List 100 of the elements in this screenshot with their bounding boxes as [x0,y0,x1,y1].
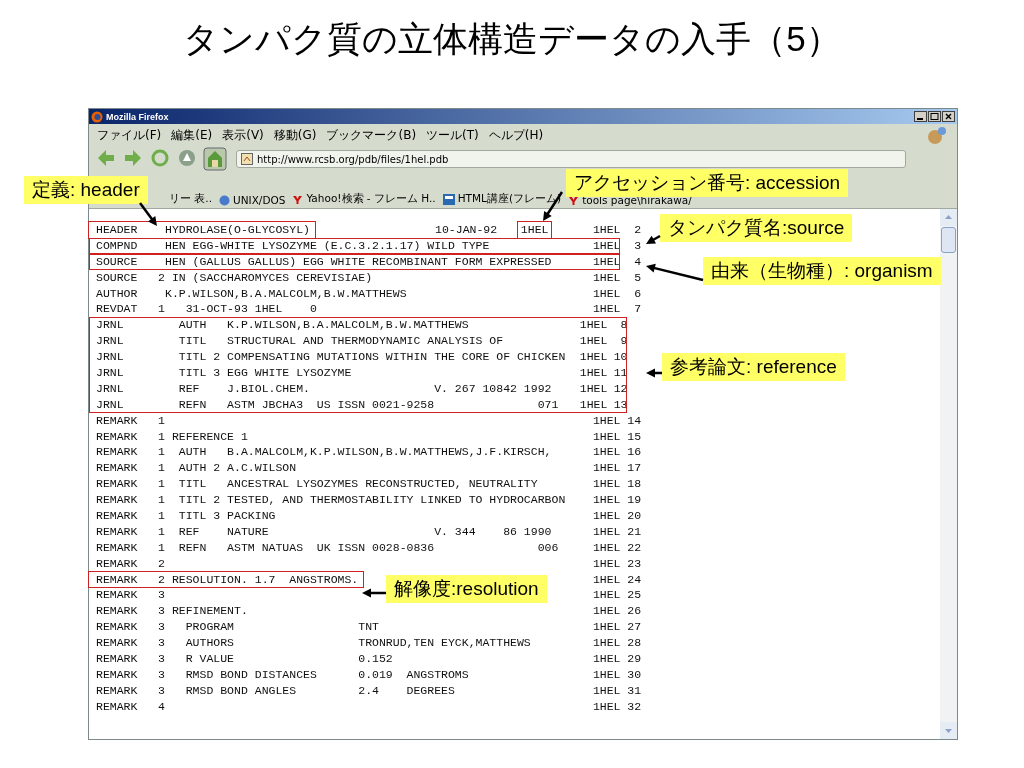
id-code: 1HEL [579,317,608,334]
id-code: 1HEL [517,222,552,238]
record-text: REMARK 1 [96,412,165,429]
leader-arrow [646,263,704,282]
record-text: REMARK 4 [96,698,165,715]
leader-arrow [646,368,662,378]
record-text: JRNL AUTH K.P.WILSON,B.A.MALCOLM,B.W.MATTHEWS [96,317,469,334]
window-title: Mozilla Firefox [106,111,169,122]
bookmark-icon [292,193,304,205]
id-code: 1HEL [592,285,621,302]
menu-item[interactable]: ツール(T) [426,126,479,144]
line-number: 6 [633,285,642,302]
line-number: 28 [626,635,642,652]
line-number: 25 [626,587,642,604]
id-code: 1HEL [592,571,621,588]
id-code: 1HEL [592,555,621,572]
callout-label: 由来（生物種）: organism [703,257,941,285]
globe-icon [91,110,103,123]
line-number: 24 [626,571,642,588]
maximize-icon[interactable] [928,111,941,122]
reload-icon[interactable] [149,147,171,169]
callout-label: タンパク質名:source [660,214,853,242]
record-text: REVDAT 1 31-OCT-93 1HEL 0 [96,301,317,318]
line-number: 31 [626,682,642,699]
id-code: 1HEL [579,380,608,397]
slide-title: タンパク質の立体構造データの入手（5） [183,18,841,60]
record-text: REMARK 2 [96,555,165,572]
record-text: REMARK 1 TITL 3 PACKING [96,508,276,524]
callout-label: アクセッション番号: accession [566,169,849,197]
line-number: 18 [626,476,642,493]
address-field[interactable]: http://www.rcsb.org/pdb/files/1hel.pdb [236,150,906,168]
id-code: 1HEL [592,682,621,699]
leader-arrow [646,234,661,244]
record-text: REMARK 3 RMSD BOND ANGLES 2.4 DEGREES [96,682,455,699]
page-icon [442,193,455,205]
scrollbar[interactable] [940,209,957,739]
record-text: JRNL TITL STRUCTURAL AND THERMODYNAMIC ANALYSIS OF [96,333,504,350]
scroll-up-icon[interactable] [940,209,957,226]
record-text: JRNL REFN ASTM JBCHA3 US ISSN 0021-9258 071 [96,396,559,413]
line-number: 12 [612,380,628,397]
scroll-down-icon[interactable] [940,722,957,739]
menu-item[interactable]: 表示(V) [222,126,264,144]
line-number: 26 [626,603,642,620]
id-code: 1HEL [592,587,621,604]
menu-item[interactable]: 移動(G) [273,126,317,144]
record-text: REMARK 3 RMSD BOND DISTANCES 0.019 ANGSTROMS [96,666,469,683]
line-number: 16 [626,444,642,461]
line-number: 2 [633,222,642,238]
bookmark-link[interactable]: UNIX/DOS [233,194,286,206]
id-code: 1HEL [592,301,621,318]
record-text: REMARK 1 REFERENCE 1 [96,428,248,445]
leader-arrow [543,191,564,221]
line-number: 22 [626,539,642,556]
callout-label: 定義: header [24,176,148,204]
id-code: 1HEL [592,666,621,683]
record-text: REMARK 1 AUTH B.A.MALCOLM,K.P.WILSON,B.W.MATTHEWS,J.F.KIRSCH, [96,444,552,461]
scroll-thumb[interactable] [941,227,956,253]
callout-label: 解像度:resolution [386,575,547,603]
record-text: JRNL TITL 3 EGG WHITE LYSOZYME [96,365,352,381]
record-text: REMARK 1 REFN ASTM NATUAS UK ISSN 0028-0836 006 [96,539,559,556]
menu-item[interactable]: 編集(E) [171,126,213,144]
line-number: 27 [626,619,642,636]
id-code: 1HEL [592,428,621,445]
id-code: 1HEL [592,412,621,429]
menu-item[interactable]: ファイル(F) [97,126,162,144]
menu-item[interactable]: ヘルプ(H) [488,126,544,144]
line-number: 15 [626,428,642,445]
home-icon[interactable] [203,147,227,171]
record-text: REMARK 1 AUTH 2 A.C.WILSON [96,460,297,477]
id-code: 1HEL [592,460,621,477]
id-code: 1HEL [592,635,621,652]
menu-item[interactable]: ブックマーク(B) [326,126,417,144]
id-code: 1HEL [592,269,621,286]
id-code: 1HEL [592,253,621,270]
line-number: 29 [626,651,642,667]
leader-arrow [362,588,386,598]
minimize-icon[interactable] [914,111,927,122]
record-text: HEADER HYDROLASE(O-GLYCOSYL) [96,223,310,236]
line-number: 20 [626,508,642,524]
line-number: 8 [619,317,628,334]
id-code: 1HEL [592,222,621,238]
line-number: 4 [633,253,642,270]
id-code: 1HEL [579,333,608,350]
line-number: 30 [626,666,642,683]
forward-icon[interactable] [122,147,144,169]
bookmark-link[interactable]: tools page\hirakawa/ [582,194,692,206]
bookmark-link[interactable]: Yahoo!検索 - フレーム H.. [306,192,436,206]
id-code: 1HEL [592,698,621,715]
date-text: 10-JAN-92 [435,222,498,238]
record-text: REMARK 1 TITL ANCESTRAL LYSOZYMES RECONSTRUCTED, NEUTRALITY [96,476,538,493]
id-code: 1HEL [579,365,608,381]
line-number: 21 [626,523,642,540]
id-code: 1HEL [592,237,621,254]
record-text: REMARK 3 [96,587,165,604]
line-number: 32 [626,698,642,715]
id-code: 1HEL [592,651,621,667]
close-icon[interactable] [942,111,955,122]
page-icon [241,153,253,165]
bookmark-link[interactable]: リー 表.. [169,192,212,206]
record-text: REMARK 3 PROGRAM TNT [96,619,379,636]
